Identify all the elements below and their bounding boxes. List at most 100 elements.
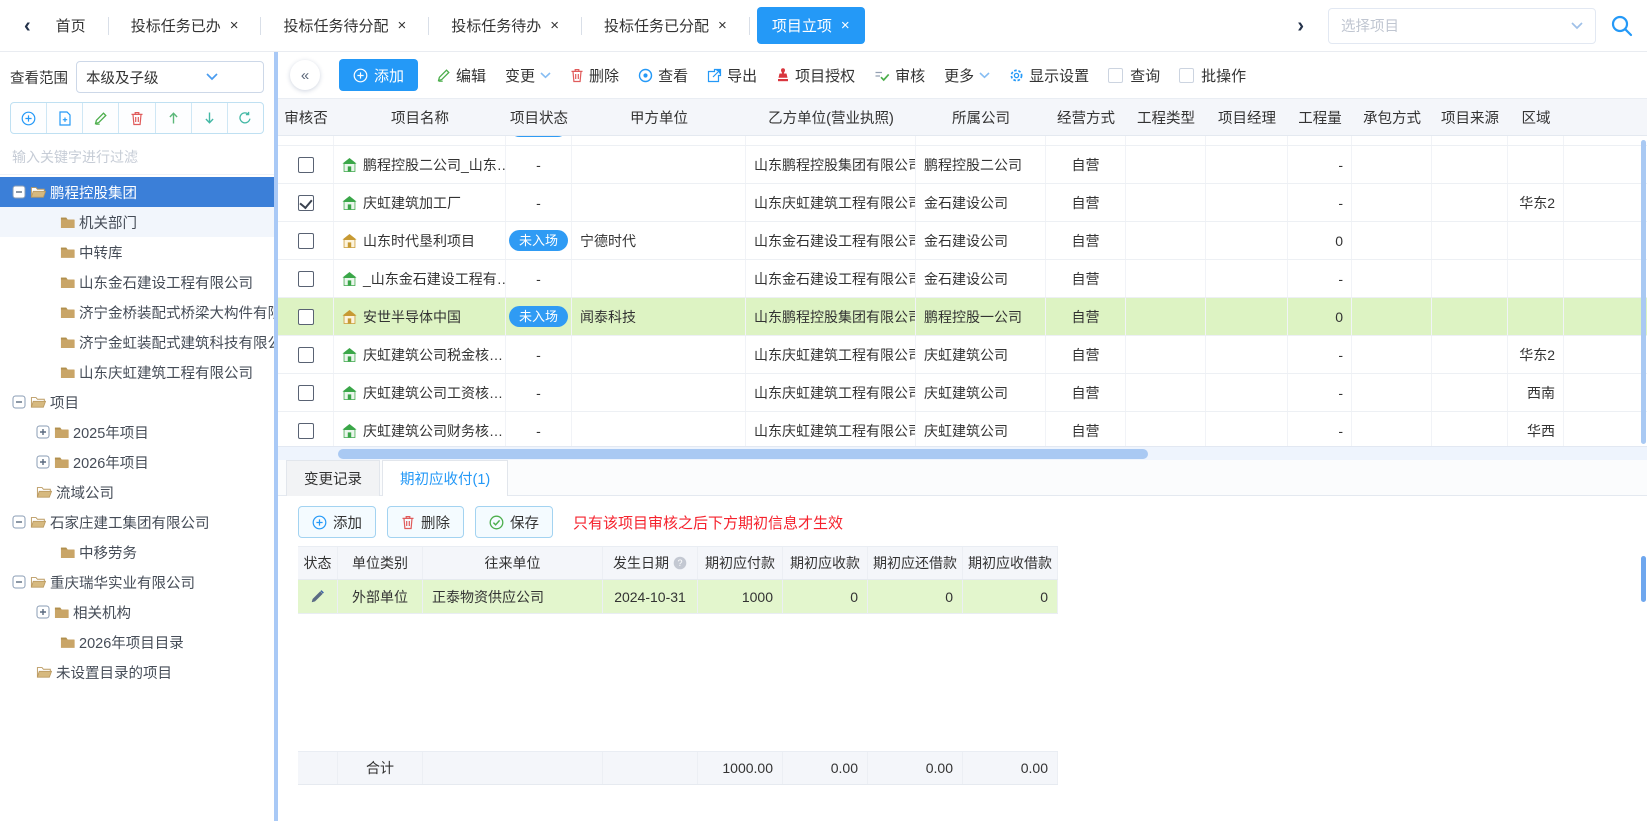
collapse-sidebar-button[interactable]: « [290,60,320,90]
batch-checkbox[interactable]: 批操作 [1179,65,1246,86]
tree-item-7[interactable]: 项目 [0,387,274,417]
column-header-8[interactable]: 项目经理 [1206,99,1288,135]
vertical-scrollbar-thumb[interactable] [1641,556,1646,602]
detail-tab-0[interactable]: 变更记录 [286,460,380,496]
tree-item-9[interactable]: 2026年项目 [0,447,274,477]
tree-toolbar-arrow-down-button[interactable] [192,103,228,133]
tree-item-14[interactable]: 相关机构 [0,597,274,627]
row-checkbox[interactable] [298,347,314,363]
tab-5[interactable]: 项目立项× [757,7,865,44]
column-header-1[interactable]: 项目名称 [334,99,506,135]
tree-toolbar-plus-circle-button[interactable] [11,103,47,133]
tree-item-15[interactable]: 2026年项目目录 [0,627,274,657]
column-header-7[interactable]: 工程类型 [1126,99,1206,135]
vertical-scrollbar-thumb[interactable] [1641,140,1646,444]
detail-column-header-3[interactable]: 发生日期? [603,547,698,579]
tree-toolbar-trash-button[interactable] [119,103,155,133]
view-button[interactable]: 查看 [638,65,688,86]
tree-item-4[interactable]: 济宁金桥装配式桥梁大构件有限公司 [0,297,274,327]
detail-column-header-7[interactable]: 期初应收借款 [963,547,1058,579]
export-button[interactable]: 导出 [707,65,757,86]
tree-toolbar-arrow-up-button[interactable] [156,103,192,133]
tree-item-11[interactable]: 石家庄建工集团有限公司 [0,507,274,537]
table-row[interactable]: 山东时代垦利项目未入场宁德时代山东金石建设工程有限公司金石建设公司自营0 [278,222,1647,260]
display-settings-button[interactable]: 显示设置 [1009,65,1089,86]
detail-column-header-1[interactable]: 单位类别 [338,547,423,579]
tree-item-12[interactable]: 中移劳务 [0,537,274,567]
tabs-scroll-right-icon[interactable]: › [1287,16,1314,36]
change-button[interactable]: 变更 [505,65,551,86]
detail-column-header-4[interactable]: 期初应付款 [698,547,783,579]
table-row[interactable]: 安世半导体中国未入场闻泰科技山东鹏程控股集团有限公司鹏程控股一公司自营0 [278,298,1647,336]
table-row[interactable]: 鸿庆公司小区一期基…未入场从成地产山东庆虹建筑工程有限公司鸿庆公司自营0 [278,136,1647,146]
tab-3[interactable]: 投标任务待办× [436,7,574,44]
table-row[interactable]: 鹏程控股二公司_山东…-山东鹏程控股集团有限公司鹏程控股二公司自营- [278,146,1647,184]
close-icon[interactable]: × [397,18,406,33]
tab-1[interactable]: 投标任务已办× [116,7,254,44]
row-checkbox[interactable] [298,233,314,249]
row-checkbox[interactable] [298,385,314,401]
tree-item-13[interactable]: 重庆瑞华实业有限公司 [0,567,274,597]
horizontal-scrollbar-thumb[interactable] [338,449,1148,459]
search-icon[interactable] [1610,14,1633,37]
row-checkbox[interactable] [298,195,314,211]
column-header-3[interactable]: 甲方单位 [572,99,746,135]
row-checkbox[interactable] [298,309,314,325]
detail-column-header-5[interactable]: 期初应收款 [783,547,868,579]
tree-filter-input[interactable] [0,140,274,175]
detail-row[interactable]: 外部单位正泰物资供应公司2024-10-311000000 [298,580,1058,614]
detail-save-button[interactable]: 保存 [475,506,553,538]
table-row[interactable]: _山东金石建设工程有…-山东金石建设工程有限公司金石建设公司自营- [278,260,1647,298]
detail-add-button[interactable]: 添加 [298,506,376,538]
close-icon[interactable]: × [230,18,239,33]
detail-column-header-2[interactable]: 往来单位 [423,547,603,579]
tree-toolbar-refresh-button[interactable] [228,103,263,133]
column-header-0[interactable]: 审核否 [278,99,334,135]
tab-2[interactable]: 投标任务待分配× [268,7,421,44]
column-header-5[interactable]: 所属公司 [916,99,1046,135]
tree-item-6[interactable]: 山东庆虹建筑工程有限公司 [0,357,274,387]
table-row[interactable]: 庆虹建筑加工厂-山东庆虹建筑工程有限公司金石建设公司自营-华东2 [278,184,1647,222]
column-header-10[interactable]: 承包方式 [1352,99,1432,135]
tree-item-10[interactable]: 流域公司 [0,477,274,507]
table-row[interactable]: 庆虹建筑公司财务核…-山东庆虹建筑工程有限公司庆虹建筑公司自营-华西 [278,412,1647,446]
table-row[interactable]: 庆虹建筑公司工资核…-山东庆虹建筑工程有限公司庆虹建筑公司自营-西南 [278,374,1647,412]
tab-0[interactable]: 首页 [41,7,101,44]
column-header-9[interactable]: 工程量 [1288,99,1352,135]
row-checkbox[interactable] [298,157,314,173]
tree-item-5[interactable]: 济宁金虹装配式建筑科技有限公司 [0,327,274,357]
tabs-scroll-left-icon[interactable]: ‹ [14,16,41,36]
column-header-6[interactable]: 经营方式 [1046,99,1126,135]
row-checkbox[interactable] [298,271,314,287]
column-header-2[interactable]: 项目状态 [506,99,572,135]
close-icon[interactable]: × [841,18,850,33]
close-icon[interactable]: × [718,18,727,33]
detail-tab-1[interactable]: 期初应收付(1) [382,460,508,496]
table-row[interactable]: 庆虹建筑公司税金核…-山东庆虹建筑工程有限公司庆虹建筑公司自营-华东2 [278,336,1647,374]
horizontal-scrollbar[interactable] [278,446,1647,460]
tree-item-16[interactable]: 未设置目录的项目 [0,657,274,687]
project-authorize-button[interactable]: 项目授权 [776,65,855,86]
row-checkbox[interactable] [298,423,314,439]
project-select[interactable]: 选择项目 [1328,8,1596,44]
tree-item-8[interactable]: 2025年项目 [0,417,274,447]
scope-select[interactable]: 本级及子级 [76,61,264,93]
tree-toolbar-file-plus-button[interactable] [47,103,83,133]
tree-item-0[interactable]: 鹏程控股集团 [0,177,274,207]
detail-column-header-6[interactable]: 期初应还借款 [868,547,963,579]
tree-item-2[interactable]: 中转库 [0,237,274,267]
tree-item-1[interactable]: 机关部门 [0,207,274,237]
query-checkbox[interactable]: 查询 [1108,65,1160,86]
audit-button[interactable]: 审核 [874,65,925,86]
batch-checkbox-box[interactable] [1179,68,1194,83]
delete-button[interactable]: 删除 [570,65,619,86]
more-button[interactable]: 更多 [944,65,990,86]
tree-item-3[interactable]: 山东金石建设工程有限公司 [0,267,274,297]
tab-4[interactable]: 投标任务已分配× [589,7,742,44]
column-header-12[interactable]: 区域 [1508,99,1564,135]
column-header-4[interactable]: 乙方单位(营业执照) [746,99,916,135]
add-button[interactable]: 添加 [339,59,418,91]
column-header-11[interactable]: 项目来源 [1432,99,1508,135]
query-checkbox-box[interactable] [1108,68,1123,83]
detail-column-header-0[interactable]: 状态 [298,547,338,579]
